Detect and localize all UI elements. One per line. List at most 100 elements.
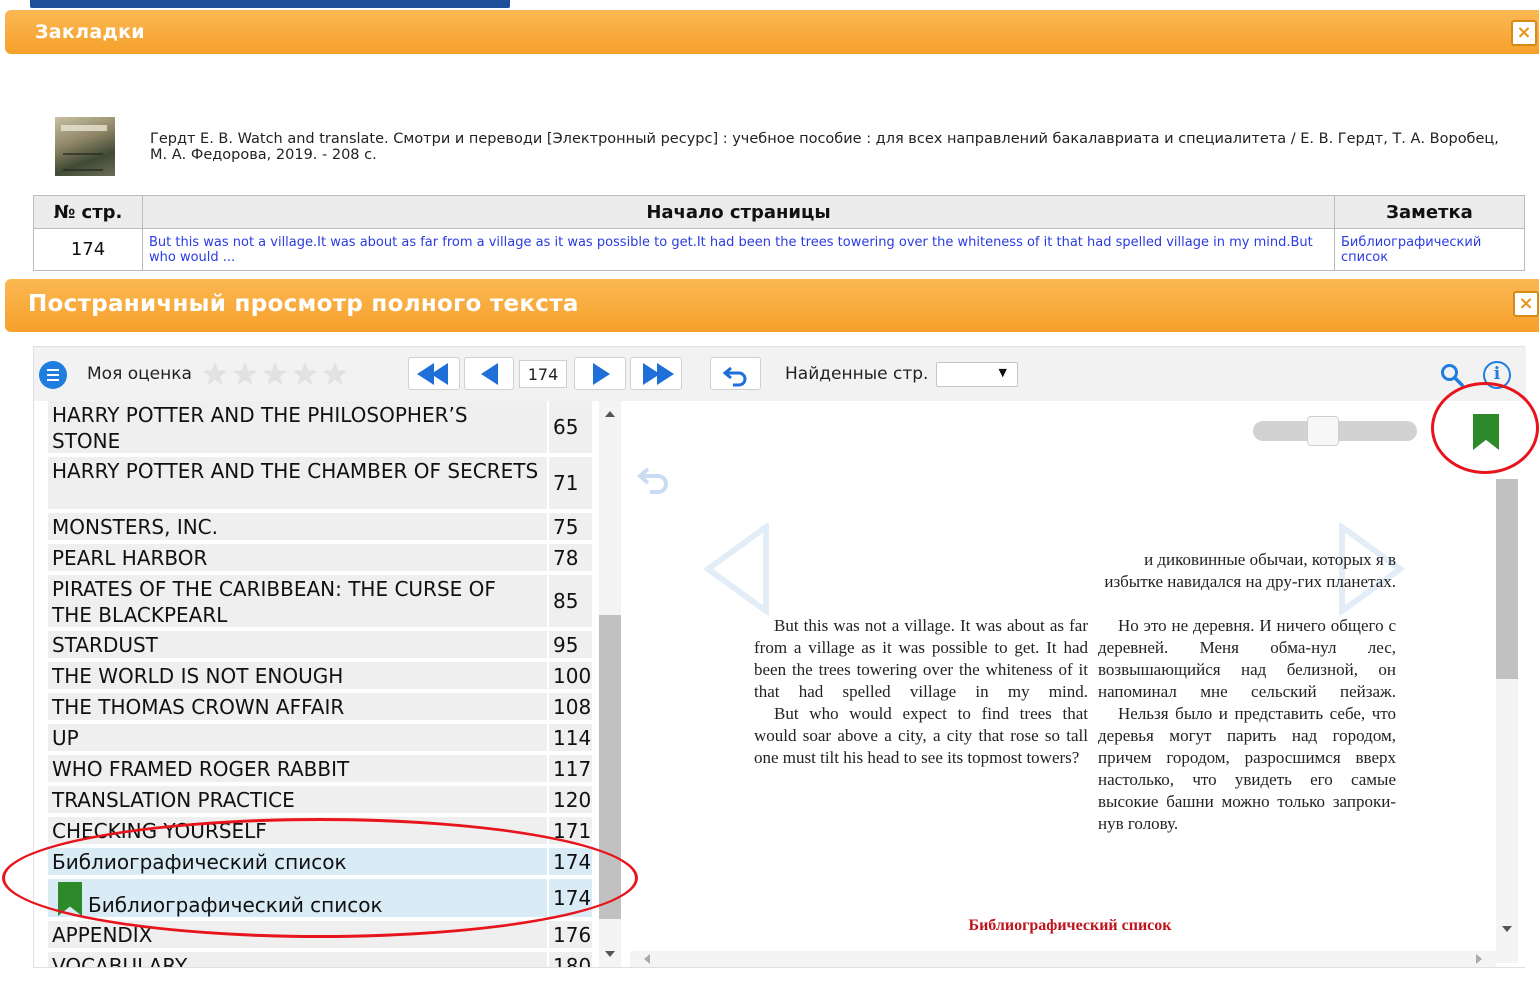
scroll-down-icon[interactable] xyxy=(605,951,615,957)
toc-item-page: 65 xyxy=(547,401,592,453)
page-text-ru-top: и диковинные обычаи, которых я в избытке… xyxy=(1104,550,1396,591)
next-page-button[interactable] xyxy=(574,357,626,390)
toc-item[interactable]: PIRATES OF THE CARIBBEAN: THE CURSE OF T… xyxy=(48,575,592,629)
chevron-down-icon: ▼ xyxy=(998,366,1007,379)
rating-stars[interactable]: ★ ★ ★ ★ ★ xyxy=(202,360,352,389)
table-row[interactable]: 174 But this was not a village.It was ab… xyxy=(33,228,1525,271)
scroll-down-icon[interactable] xyxy=(1502,926,1512,932)
toc-item-title: UP xyxy=(52,726,79,750)
toc-item-page: 75 xyxy=(547,513,592,540)
star-icon[interactable]: ★ xyxy=(262,360,288,389)
toc-item-page: 100 xyxy=(547,662,592,689)
toc-item[interactable]: THE WORLD IS NOT ENOUGH 100 xyxy=(48,662,592,691)
undo-arrow-icon[interactable] xyxy=(634,463,674,497)
toc-item-title: WHO FRAMED ROGER RABBIT xyxy=(52,757,350,781)
annotation-ellipse xyxy=(2,818,638,938)
toc-item[interactable]: STARDUST 95 xyxy=(48,631,592,660)
toc-item-title: THE THOMAS CROWN AFFAIR xyxy=(52,695,345,719)
bookmarks-panel-header: Закладки × xyxy=(5,10,1539,54)
toc-item[interactable]: MONSTERS, INC. 75 xyxy=(48,513,592,542)
found-pages-select[interactable]: ▼ xyxy=(936,362,1018,387)
prev-page-arrow-icon[interactable] xyxy=(702,523,772,615)
toc-item-title: MONSTERS, INC. xyxy=(52,515,218,539)
toc-item-title: PEARL HARBOR xyxy=(52,546,208,570)
toc-item-page: 117 xyxy=(547,755,592,782)
annotation-circle xyxy=(1431,382,1539,474)
star-icon[interactable]: ★ xyxy=(322,360,348,389)
first-page-button[interactable] xyxy=(408,357,460,390)
page-paragraph: But this was not a village. It was about… xyxy=(754,616,1088,701)
viewer-close-button[interactable]: × xyxy=(1513,291,1539,317)
book-description: Гердт Е. В. Watch and translate. Смотри … xyxy=(150,131,1499,163)
double-left-arrow-icon xyxy=(431,363,448,385)
page-paragraph: Нельзя было и представить себе, что дере… xyxy=(1098,704,1396,833)
toc-item-title: HARRY POTTER AND THE CHAMBER OF SECRETS xyxy=(52,459,539,483)
toc-item-page: 120 xyxy=(547,786,592,813)
zoom-slider[interactable] xyxy=(1253,416,1417,446)
toc-item[interactable]: HARRY POTTER AND THE CHAMBER OF SECRETS … xyxy=(48,457,592,511)
toc-item-title: TRANSLATION PRACTICE xyxy=(52,788,295,812)
last-page-button[interactable] xyxy=(630,357,682,390)
page-paragraph: But who would expect to find trees that … xyxy=(754,704,1088,767)
bookmark-page-number: 174 xyxy=(33,228,143,271)
star-icon[interactable]: ★ xyxy=(292,360,318,389)
bookmarks-table: № стр. Начало страницы Заметка 174 But t… xyxy=(33,195,1525,271)
page-display: и диковинные обычаи, которых я в избытке… xyxy=(630,401,1526,967)
toc-item-page: 176 xyxy=(547,921,592,948)
left-arrow-icon xyxy=(481,363,498,385)
top-strip xyxy=(0,0,1539,8)
toc-item-page: 95 xyxy=(547,631,592,658)
toc-item-page: 114 xyxy=(547,724,592,751)
bookmark-page-start-link[interactable]: But this was not a village.It was about … xyxy=(142,228,1335,271)
toc-item-title: VOCABULARY xyxy=(52,954,188,967)
toc-item[interactable]: HARRY POTTER AND THE PHILOSOPHER’S STONE… xyxy=(48,401,592,455)
found-pages-label: Найденные стр. xyxy=(785,364,929,384)
toc-item-title: PIRATES OF THE CARIBBEAN: THE CURSE OF T… xyxy=(52,577,496,627)
page-scrollbar-thumb[interactable] xyxy=(1496,479,1518,679)
toc-item-page: 71 xyxy=(547,457,592,509)
undo-arrow-icon xyxy=(722,366,747,387)
right-arrow-icon xyxy=(593,363,610,385)
scroll-left-icon[interactable] xyxy=(644,954,650,964)
book-info: Гердт Е. В. Watch and translate. Смотри … xyxy=(55,117,1525,177)
page-text-ru: Но это не деревня. И ничего общего с дер… xyxy=(1098,615,1396,835)
toc-item[interactable]: TRANSLATION PRACTICE 120 xyxy=(48,786,592,815)
list-icon[interactable] xyxy=(39,361,67,389)
page-footer-heading: Библиографический список xyxy=(968,917,1172,934)
toc-item-title: THE WORLD IS NOT ENOUGH xyxy=(52,664,344,688)
toc-item[interactable]: UP 114 xyxy=(48,724,592,753)
rating-label: Моя оценка xyxy=(87,364,192,384)
scroll-up-icon[interactable] xyxy=(605,411,615,417)
star-icon[interactable]: ★ xyxy=(202,360,228,389)
page-horizontal-scrollbar[interactable] xyxy=(630,951,1496,967)
page-vertical-scrollbar[interactable] xyxy=(1496,479,1518,963)
toc-item-title: STARDUST xyxy=(52,633,158,657)
col-header-start: Начало страницы xyxy=(142,195,1335,229)
bookmarks-panel-title: Закладки xyxy=(35,21,145,43)
scroll-right-icon[interactable] xyxy=(1476,954,1482,964)
double-right-arrow-icon xyxy=(657,363,674,385)
toc-item[interactable]: WHO FRAMED ROGER RABBIT 117 xyxy=(48,755,592,784)
page-paragraph: Но это не деревня. И ничего общего с дер… xyxy=(1098,616,1396,701)
bookmarks-close-button[interactable]: × xyxy=(1511,20,1537,46)
toc-item-page: 108 xyxy=(547,693,592,720)
zoom-slider-handle[interactable] xyxy=(1307,416,1339,446)
col-header-page: № стр. xyxy=(33,195,143,229)
bookmark-note-link[interactable]: Библиографический список xyxy=(1334,228,1525,271)
viewer-panel-title: Постраничный просмотр полного текста xyxy=(28,291,579,317)
toc-item-title: HARRY POTTER AND THE PHILOSOPHER’S STONE xyxy=(52,403,468,453)
viewer-panel-header: Постраничный просмотр полного текста × xyxy=(5,279,1539,332)
search-icon[interactable] xyxy=(1439,362,1465,388)
page-text-en: But this was not a village. It was about… xyxy=(754,615,1088,769)
toc-item-page: 180 xyxy=(547,952,592,967)
toc-item-page: 78 xyxy=(547,544,592,571)
star-icon[interactable]: ★ xyxy=(232,360,258,389)
toc-item[interactable]: PEARL HARBOR 78 xyxy=(48,544,592,573)
toc-item[interactable]: THE THOMAS CROWN AFFAIR 108 xyxy=(48,693,592,722)
toc-item-page: 85 xyxy=(547,575,592,627)
col-header-note: Заметка xyxy=(1334,195,1525,229)
prev-page-button[interactable] xyxy=(464,357,514,390)
toc-item[interactable]: VOCABULARY 180 xyxy=(48,952,592,967)
page-number-input[interactable] xyxy=(519,360,567,388)
return-button[interactable] xyxy=(710,357,761,390)
